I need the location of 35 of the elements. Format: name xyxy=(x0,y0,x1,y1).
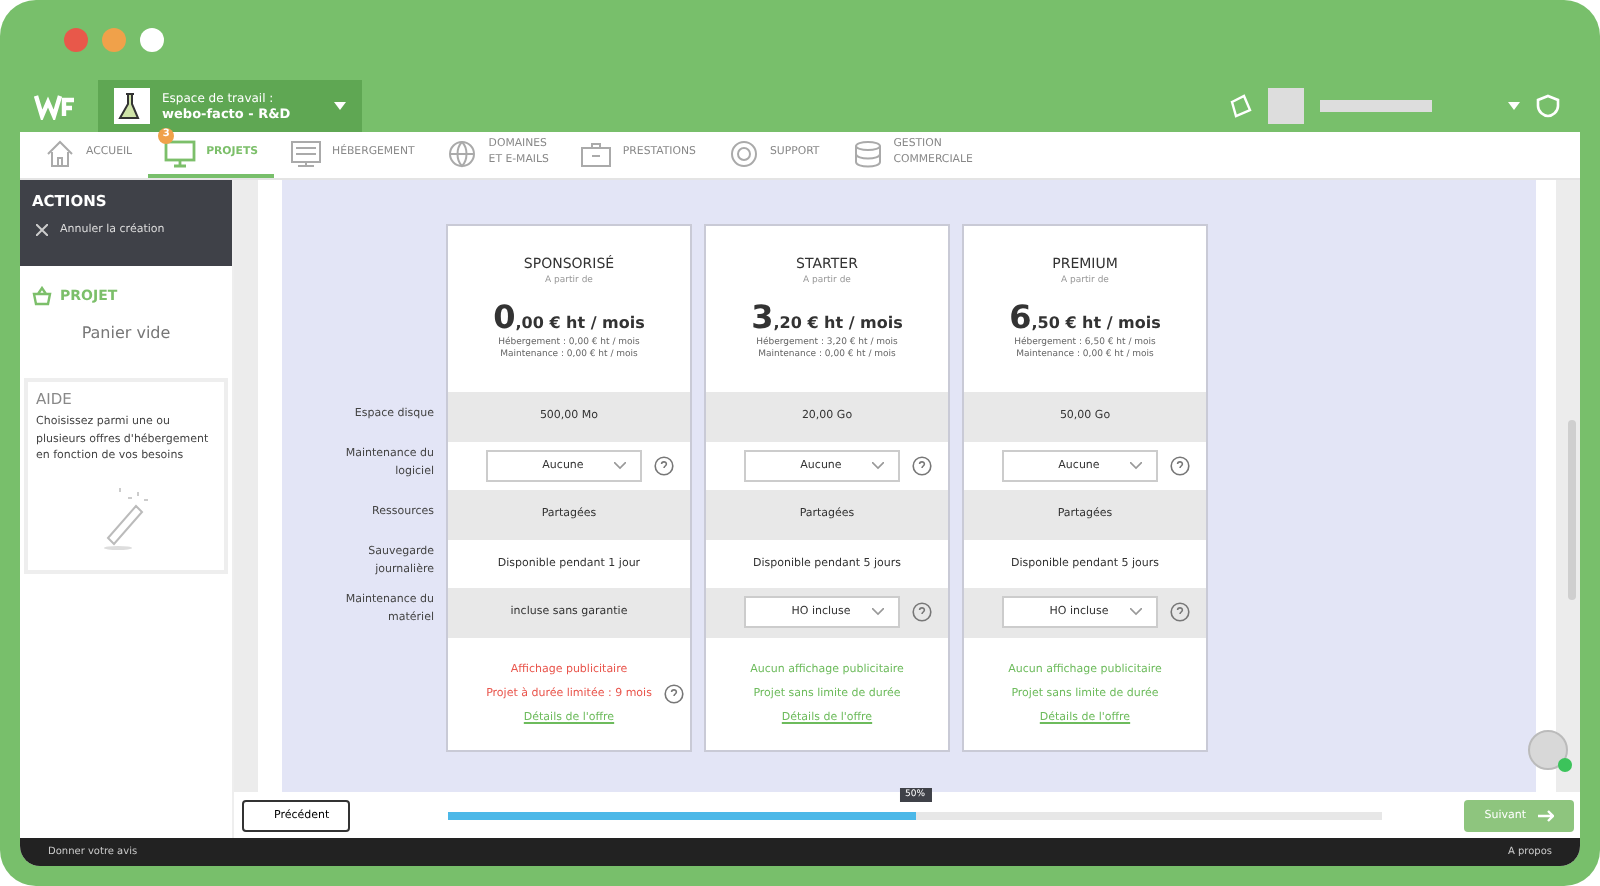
cart-status: Panier vide xyxy=(79,324,173,342)
user-name-bar xyxy=(1320,100,1432,112)
shield-icon[interactable] xyxy=(1536,94,1560,118)
help-icon[interactable] xyxy=(653,455,673,476)
plan-price: 0,00 € ht / mois xyxy=(493,298,645,336)
arrow-right-icon xyxy=(1538,809,1554,821)
nav-icon xyxy=(727,137,760,169)
nav-icon xyxy=(446,137,479,169)
help-icon[interactable] xyxy=(663,683,684,703)
help-icon[interactable] xyxy=(1169,602,1189,623)
nav-icon xyxy=(290,137,323,169)
nav-icon xyxy=(164,137,197,169)
maximize-button[interactable] xyxy=(140,28,164,52)
close-button[interactable] xyxy=(64,28,88,52)
help-icon[interactable] xyxy=(911,455,931,476)
help-icon[interactable] xyxy=(911,602,931,623)
plan-price: 3,20 € ht / mois xyxy=(751,298,903,336)
logo-icon xyxy=(34,92,78,120)
flask-icon xyxy=(114,88,150,124)
caret-icon[interactable] xyxy=(1508,102,1520,110)
caret-icon xyxy=(334,102,346,110)
chevron-icon xyxy=(1129,608,1141,617)
chevron-icon xyxy=(613,461,625,470)
close-icon xyxy=(36,224,48,236)
chevron-icon xyxy=(1129,461,1141,470)
nav-icon xyxy=(44,137,76,169)
online-dot xyxy=(1558,758,1572,772)
nav-icon xyxy=(580,137,613,169)
chevron-icon xyxy=(871,608,883,617)
nav-icon xyxy=(851,137,884,169)
chevron-icon xyxy=(871,461,883,470)
basket-icon xyxy=(32,286,52,306)
chat-avatar[interactable] xyxy=(1528,730,1568,770)
plan-price: 6,50 € ht / mois xyxy=(1009,298,1161,336)
help-icon[interactable] xyxy=(1169,455,1189,476)
